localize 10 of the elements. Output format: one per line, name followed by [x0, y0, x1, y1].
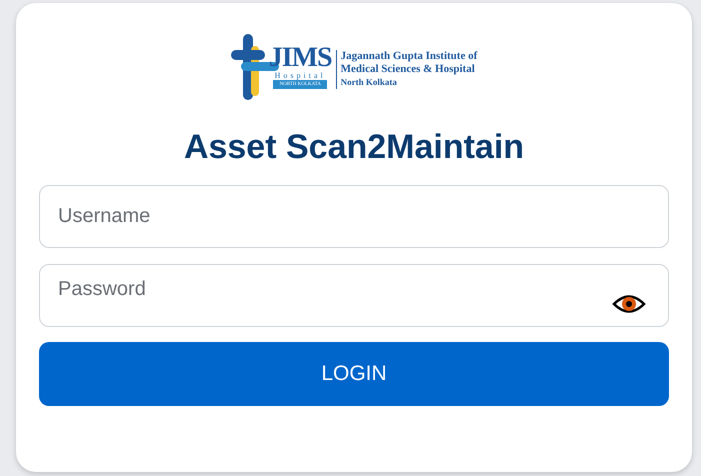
app-title: Asset Scan2Maintain — [182, 127, 526, 167]
username-field[interactable]: Username — [39, 185, 669, 248]
logo-line: Medical Sciences & Hospital — [340, 62, 476, 76]
logo-line: North Kolkata — [340, 76, 398, 88]
logo-line: Jagannath Gupta Institute of — [340, 50, 478, 62]
logo-subtitle: Hospital — [274, 71, 326, 80]
login-button[interactable]: LOGIN — [39, 342, 669, 406]
password-field[interactable]: Password — [39, 264, 669, 327]
eye-icon[interactable] — [612, 293, 646, 315]
logo-mark: JIMS — [268, 45, 332, 71]
